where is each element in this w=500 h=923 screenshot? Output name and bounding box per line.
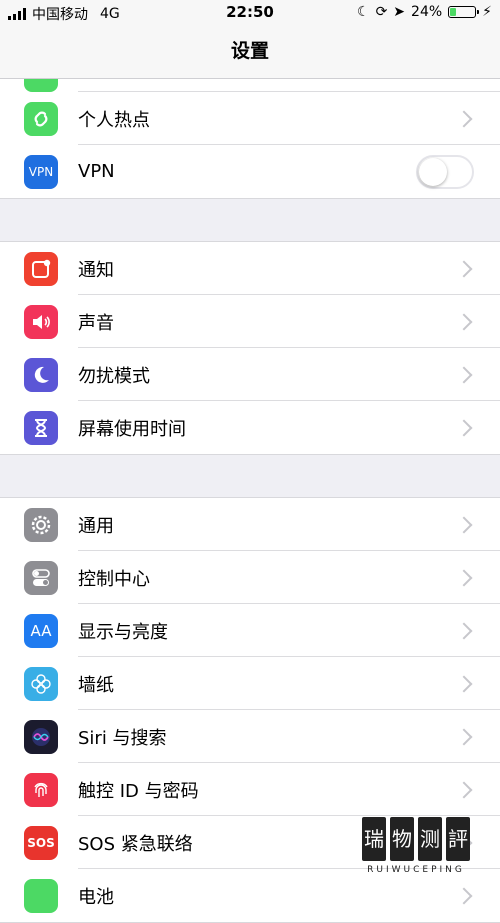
status-bar: 中国移动 4G 22:50 ☾ ⟳ ➤ 24% ⚡ xyxy=(0,0,500,26)
row-label: 勿扰模式 xyxy=(78,365,150,387)
settings-row-notifications[interactable]: 通知 xyxy=(0,242,500,295)
settings-row-display[interactable]: AA 显示与亮度 xyxy=(0,604,500,657)
vpn-toggle[interactable] xyxy=(416,154,474,189)
chevron-right-icon xyxy=(455,569,473,586)
watermark-char: 瑞 xyxy=(362,817,386,861)
row-label: 个人热点 xyxy=(78,109,150,131)
watermark-char: 测 xyxy=(418,817,442,861)
watermark-logo: 瑞 物 测 評 RUIWUCEPING xyxy=(356,817,476,875)
row-label: 声音 xyxy=(78,312,114,334)
row-label: 触控 ID 与密码 xyxy=(78,780,199,802)
watermark-subtext: RUIWUCEPING xyxy=(367,865,465,875)
watermark-char: 物 xyxy=(390,817,414,861)
sos-icon: SOS xyxy=(24,825,58,860)
notifications-icon xyxy=(24,251,58,286)
settings-row-hotspot[interactable]: 个人热点 xyxy=(0,92,500,145)
settings-row-screen-time[interactable]: 屏幕使用时间 xyxy=(0,401,500,454)
battery-setting-icon xyxy=(24,878,58,913)
row-label: VPN xyxy=(78,161,115,182)
moon-icon xyxy=(24,357,58,392)
settings-row-siri[interactable]: Siri 与搜索 xyxy=(0,710,500,763)
toggle-knob xyxy=(419,157,447,186)
battery-percent: 24% xyxy=(411,4,443,20)
settings-group-notifications: 通知 声音 勿扰模式 屏幕使用时间 xyxy=(0,241,500,455)
settings-row-general[interactable]: 通用 xyxy=(0,498,500,551)
chevron-right-icon xyxy=(455,260,473,277)
siri-icon xyxy=(24,719,58,754)
chevron-right-icon xyxy=(455,728,473,745)
chevron-right-icon xyxy=(455,887,473,904)
row-label: Siri 与搜索 xyxy=(78,727,167,749)
settings-group-network: 个人热点 VPN VPN xyxy=(0,79,500,199)
hourglass-icon xyxy=(24,410,58,445)
chevron-right-icon xyxy=(455,516,473,533)
row-label: 电池 xyxy=(78,886,114,908)
gear-icon xyxy=(24,507,58,542)
chevron-right-icon xyxy=(455,781,473,798)
chevron-right-icon xyxy=(455,110,473,127)
rotation-lock-icon: ⟳ xyxy=(375,4,388,20)
row-label: 显示与亮度 xyxy=(78,621,168,643)
wallpaper-icon xyxy=(24,666,58,701)
location-icon: ➤ xyxy=(393,4,406,20)
row-label: 通用 xyxy=(78,515,114,537)
moon-status-icon: ☾ xyxy=(357,4,370,20)
settings-list: 个人热点 VPN VPN 通知 声音 勿扰模式 屏幕使用时间 通用 控制中心 A… xyxy=(0,79,500,923)
status-right: ☾ ⟳ ➤ 24% ⚡ xyxy=(357,4,492,20)
chevron-right-icon xyxy=(455,675,473,692)
chevron-right-icon xyxy=(455,366,473,383)
settings-row-control-center[interactable]: 控制中心 xyxy=(0,551,500,604)
partial-row[interactable] xyxy=(0,79,500,92)
chevron-right-icon xyxy=(455,622,473,639)
display-icon: AA xyxy=(24,613,58,648)
row-label: 墙纸 xyxy=(78,674,114,696)
settings-row-wallpaper[interactable]: 墙纸 xyxy=(0,657,500,710)
page-title: 设置 xyxy=(230,40,269,62)
row-label: 屏幕使用时间 xyxy=(78,418,186,440)
vpn-icon: VPN xyxy=(24,154,58,189)
row-label: 通知 xyxy=(78,259,114,281)
battery-icon xyxy=(448,6,480,18)
navigation-bar: 设置 xyxy=(0,26,500,79)
settings-row-do-not-disturb[interactable]: 勿扰模式 xyxy=(0,348,500,401)
chevron-right-icon xyxy=(455,313,473,330)
settings-row-touch-id[interactable]: 触控 ID 与密码 xyxy=(0,763,500,816)
row-label: 控制中心 xyxy=(78,568,150,590)
watermark-char: 評 xyxy=(446,817,470,861)
hotspot-icon xyxy=(24,101,58,136)
chevron-right-icon xyxy=(455,419,473,436)
charging-icon: ⚡ xyxy=(482,4,492,20)
settings-row-sound[interactable]: 声音 xyxy=(0,295,500,348)
toggles-icon xyxy=(24,560,58,595)
sound-icon xyxy=(24,304,58,339)
fingerprint-icon xyxy=(24,772,58,807)
settings-row-vpn[interactable]: VPN VPN xyxy=(0,145,500,198)
settings-row-battery[interactable]: 电池 xyxy=(0,869,500,922)
